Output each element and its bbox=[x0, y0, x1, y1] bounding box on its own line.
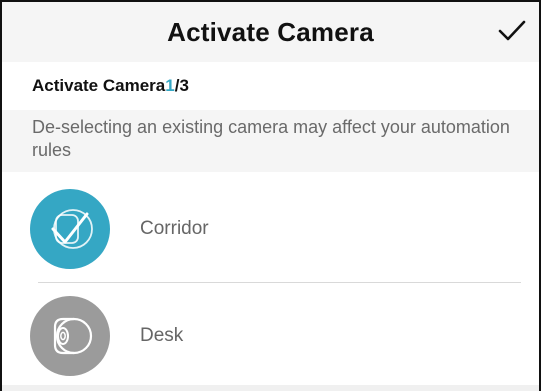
page-title: Activate Camera bbox=[167, 16, 374, 47]
step-title-label: Activate Camera bbox=[32, 76, 166, 95]
content: Activate Camera 1/3 De-selecting an exis… bbox=[2, 62, 539, 391]
footer-band bbox=[2, 385, 539, 391]
camera-avatar-selected bbox=[30, 189, 110, 269]
camera-icon bbox=[53, 317, 93, 355]
step-total: /3 bbox=[174, 76, 189, 95]
camera-avatar-unselected bbox=[30, 296, 110, 376]
notice-text: De-selecting an existing camera may affe… bbox=[2, 110, 539, 172]
camera-list: Corridor Desk bbox=[2, 176, 539, 389]
section-header: Activate Camera 1/3 bbox=[2, 62, 539, 110]
camera-check-icon bbox=[51, 209, 93, 249]
step-current: 1 bbox=[165, 76, 175, 95]
checkmark-icon bbox=[498, 20, 526, 41]
confirm-button[interactable] bbox=[497, 16, 527, 46]
camera-name: Desk bbox=[140, 325, 184, 346]
step-title: Activate Camera 1/3 bbox=[32, 62, 539, 110]
camera-name: Corridor bbox=[140, 218, 209, 239]
camera-row-corridor[interactable]: Corridor bbox=[2, 176, 539, 282]
top-bar: Activate Camera bbox=[2, 2, 539, 62]
camera-row-desk[interactable]: Desk bbox=[2, 283, 539, 389]
screen: Activate Camera Activate Camera 1/3 De-s… bbox=[0, 0, 541, 391]
